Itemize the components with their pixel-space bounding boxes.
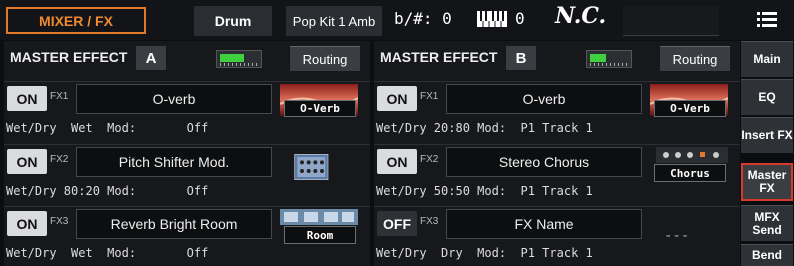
fx-number: FX1	[50, 91, 69, 102]
side-tab-bar: Main EQ Insert FX Master FX MFX Send Ben…	[741, 41, 794, 266]
fx-name-field[interactable]: Stereo Chorus	[446, 147, 642, 177]
fx-name-field[interactable]: O-verb	[446, 84, 642, 114]
chord-display: N.C.	[555, 3, 607, 29]
fx-number: FX2	[420, 154, 439, 165]
top-blank-field	[623, 6, 719, 36]
fx-number: FX1	[420, 91, 439, 102]
fx-number: FX3	[420, 216, 439, 227]
room-reverb-thumbnail-icon[interactable]	[280, 209, 358, 225]
fx-params[interactable]: Wet/Dry 20:80 Mod: P1 Track 1	[376, 121, 593, 135]
fx-name-field[interactable]: FX Name	[446, 209, 642, 239]
fx-name-field[interactable]: O-verb	[76, 84, 272, 114]
fx-slot-1: ON FX1 O-verb Wet/Dry Wet Mod: Off O-Ver…	[4, 81, 370, 141]
fx-on-button[interactable]: ON	[377, 149, 417, 174]
panel-letter: B	[506, 46, 536, 70]
master-effect-panel-b: MASTER EFFECT B Routing ON FX1 O-verb We…	[374, 41, 740, 266]
fx-slot-2: ON FX2 Stereo Chorus Wet/Dry 50:50 Mod: …	[374, 144, 740, 204]
fx-params[interactable]: Wet/Dry Wet Mod: Off	[6, 121, 208, 135]
fx-on-button[interactable]: ON	[7, 86, 47, 111]
fx-number: FX3	[50, 216, 69, 227]
panel-title: MASTER EFFECT	[10, 49, 128, 65]
fx-name-field[interactable]: Reverb Bright Room	[76, 209, 272, 239]
panel-letter: A	[136, 46, 166, 70]
level-meter	[586, 50, 632, 68]
fx-off-button[interactable]: OFF	[377, 211, 417, 236]
transpose-value: 0	[515, 9, 525, 28]
hamburger-menu-icon[interactable]	[757, 11, 777, 27]
fx-on-button[interactable]: ON	[7, 211, 47, 236]
keyboard-transpose-icon	[477, 11, 507, 27]
tab-bend[interactable]: Bend	[741, 244, 793, 266]
routing-button[interactable]: Routing	[660, 46, 730, 71]
tab-insert-fx[interactable]: Insert FX	[741, 117, 793, 153]
fx-slot-1: ON FX1 O-verb Wet/Dry 20:80 Mod: P1 Trac…	[374, 81, 740, 141]
master-effect-panel-a: MASTER EFFECT A Routing ON FX1 O-verb We…	[4, 41, 370, 266]
fx-slot-2: ON FX2 Pitch Shifter Mod. Wet/Dry 80:20 …	[4, 144, 370, 204]
fx-on-button[interactable]: ON	[7, 149, 47, 174]
fx-params[interactable]: Wet/Dry 50:50 Mod: P1 Track 1	[376, 184, 593, 198]
tab-main[interactable]: Main	[741, 41, 793, 77]
fx-on-button[interactable]: ON	[377, 86, 417, 111]
mixer-fx-title-button[interactable]: MIXER / FX	[6, 7, 146, 34]
level-meter	[216, 50, 262, 68]
fx-tag: Room	[284, 226, 356, 244]
panel-header: MASTER EFFECT A Routing	[4, 43, 370, 73]
top-bar: MIXER / FX Drum Pop Kit 1 Amb b/#: 0 0 N…	[0, 0, 794, 40]
tab-mfx-send[interactable]: MFX Send	[741, 205, 793, 241]
performance-name[interactable]: Pop Kit 1 Amb	[286, 6, 382, 36]
empty-fx-placeholder: ---	[664, 228, 690, 244]
fx-params[interactable]: Wet/Dry Wet Mod: Off	[6, 246, 208, 260]
fx-number: FX2	[50, 154, 69, 165]
panel-title: MASTER EFFECT	[380, 49, 498, 65]
fx-tag: O-Verb	[654, 100, 726, 117]
key-signature: b/#: 0	[394, 9, 452, 28]
fx-params[interactable]: Wet/Dry 80:20 Mod: Off	[6, 184, 208, 198]
fx-tag: Chorus	[654, 164, 726, 182]
fx-tag: O-Verb	[284, 100, 356, 117]
panel-header: MASTER EFFECT B Routing	[374, 43, 740, 73]
chorus-thumbnail-icon[interactable]	[656, 147, 728, 163]
fx-slot-3: OFF FX3 FX Name Wet/Dry Dry Mod: P1 Trac…	[374, 206, 740, 266]
style-name[interactable]: Drum	[194, 6, 272, 36]
pitch-shifter-thumbnail-icon[interactable]	[294, 147, 346, 187]
fx-slot-3: ON FX3 Reverb Bright Room Wet/Dry Wet Mo…	[4, 206, 370, 266]
fx-name-field[interactable]: Pitch Shifter Mod.	[76, 147, 272, 177]
tab-eq[interactable]: EQ	[741, 79, 793, 115]
fx-params[interactable]: Wet/Dry Dry Mod: P1 Track 1	[376, 246, 593, 260]
tab-master-fx[interactable]: Master FX	[741, 163, 793, 201]
routing-button[interactable]: Routing	[290, 46, 360, 71]
